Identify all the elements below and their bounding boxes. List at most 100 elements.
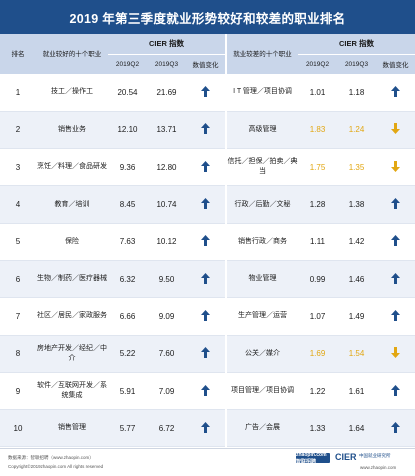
- arrow-up-icon: [391, 309, 401, 321]
- good-q3-cell: 21.69: [147, 74, 186, 112]
- table-row: 4 教育／培训 8.45 10.74 行政／后勤／文秘 1.28 1.38: [0, 185, 415, 224]
- bad-q2-header: 2019Q2: [298, 54, 338, 74]
- bad-q2-cell: 1.33: [298, 409, 338, 448]
- bad-change-cell: [376, 111, 415, 150]
- rank-cell: 8: [0, 335, 36, 373]
- good-q2-cell: 5.22: [108, 335, 147, 373]
- good-q2-cell: 7.63: [108, 223, 147, 261]
- bad-job-cell: 行政／后勤／文秘: [225, 185, 299, 224]
- good-q2-cell: 6.32: [108, 260, 147, 299]
- bad-q2-cell: 0.99: [298, 260, 338, 299]
- rank-cell: 6: [0, 260, 36, 299]
- good-job-cell: 销售管理: [36, 409, 108, 448]
- good-q3-cell: 10.74: [147, 185, 186, 224]
- good-q3-cell: 7.60: [147, 335, 186, 373]
- table-row: 2 销售业务 12.10 13.71 高级管理 1.83 1.24: [0, 111, 415, 150]
- arrow-up-icon: [391, 235, 401, 247]
- bad-q3-cell: 1.49: [337, 297, 377, 336]
- arrow-up-icon: [391, 384, 401, 396]
- bad-q3-cell: 1.61: [337, 372, 377, 411]
- arrow-up-icon: [201, 198, 210, 210]
- arrow-up-icon: [201, 85, 210, 97]
- good-q2-cell: 8.45: [108, 185, 147, 224]
- bad-q3-cell: 1.38: [337, 185, 377, 224]
- arrow-down-icon: [391, 347, 401, 359]
- good-job-cell: 技工／操作工: [36, 74, 108, 112]
- table-row: 10 销售管理 5.77 6.72 广告／会展 1.33 1.64: [0, 409, 415, 448]
- rank-cell: 4: [0, 185, 36, 224]
- arrow-up-icon: [391, 198, 401, 210]
- good-job-cell: 销售业务: [36, 111, 108, 150]
- bad-q3-cell: 1.24: [337, 111, 377, 150]
- good-job-cell: 保险: [36, 223, 108, 261]
- good-job-cell: 房地产开发／经纪／中介: [36, 335, 108, 373]
- rank-cell: 9: [0, 372, 36, 411]
- table-row: 8 房地产开发／经纪／中介 5.22 7.60 公关／媒介 1.69 1.54: [0, 335, 415, 373]
- table-row: 5 保险 7.63 10.12 销售行政／商务 1.11 1.42: [0, 223, 415, 261]
- bad-q2-cell: 1.28: [298, 185, 338, 224]
- bad-change-cell: [376, 297, 415, 336]
- arrow-up-icon: [201, 235, 210, 247]
- good-change-header: 数值变化: [186, 54, 227, 74]
- good-change-cell: [186, 148, 227, 187]
- good-job-cell: 社区／居民／家政服务: [36, 297, 108, 336]
- rank-cell: 10: [0, 409, 36, 448]
- arrow-up-icon: [391, 421, 401, 433]
- good-q2-cell: 6.66: [108, 297, 147, 336]
- good-q3-cell: 9.09: [147, 297, 186, 336]
- cier-logo: CIER: [335, 452, 357, 462]
- table-row: 6 生物／制药／医疗器械 6.32 9.50 物业管理 0.99 1.46: [0, 260, 415, 299]
- rank-cell: 1: [0, 74, 36, 112]
- good-cier-header: CIER 指数: [108, 34, 227, 55]
- bad-cier-header: CIER 指数: [298, 34, 415, 55]
- rank-cell: 5: [0, 223, 36, 261]
- good-q2-cell: 5.77: [108, 409, 147, 448]
- table-row: 1 技工／操作工 20.54 21.69 I T 管理／项目协调 1.01 1.18: [0, 74, 415, 112]
- bad-q3-cell: 1.35: [337, 148, 377, 187]
- good-job-cell: 软件／互联网开发／系统集成: [36, 372, 108, 411]
- copyright: Copyright©2019zhaopin.com All rights res…: [8, 464, 104, 469]
- bad-q2-cell: 1.07: [298, 297, 338, 336]
- good-q2-cell: 5.91: [108, 372, 147, 411]
- good-job-cell: 教育／培训: [36, 185, 108, 224]
- arrow-up-icon: [201, 421, 210, 433]
- good-q3-cell: 12.80: [147, 148, 186, 187]
- arrow-up-icon: [201, 160, 210, 172]
- good-change-cell: [186, 335, 227, 373]
- bad-change-cell: [376, 223, 415, 261]
- good-change-cell: [186, 372, 227, 411]
- table-row: 3 烹饪／料理／食品研发 9.36 12.80 信托／担保／拍卖／典当 1.75 1.35: [0, 148, 415, 187]
- footer: 数据来源：智联招聘（www.zhaopin.com） Copyright©201…: [0, 448, 415, 476]
- bad-change-cell: [376, 372, 415, 411]
- bad-change-cell: [376, 335, 415, 373]
- bad-q3-cell: 1.42: [337, 223, 377, 261]
- good-q3-cell: 13.71: [147, 111, 186, 150]
- good-q3-cell: 10.12: [147, 223, 186, 261]
- bad-change-header: 数值变化: [376, 54, 415, 74]
- bad-job-cell: 销售行政／商务: [225, 223, 299, 261]
- bad-job-cell: 物业管理: [225, 260, 299, 299]
- bad-change-cell: [376, 409, 415, 448]
- arrow-down-icon: [391, 160, 401, 172]
- bad-change-cell: [376, 148, 415, 187]
- bad-job-cell: 项目管理／项目协调: [225, 372, 299, 411]
- good-job-header: 就业较好的十个职业: [36, 34, 108, 74]
- rank-header: 排名: [0, 34, 36, 74]
- data-source: 数据来源：智联招聘（www.zhaopin.com）: [8, 455, 94, 460]
- bad-q3-header: 2019Q3: [337, 54, 377, 74]
- good-change-cell: [186, 260, 227, 299]
- bad-job-cell: 公关／媒介: [225, 335, 299, 373]
- bad-q3-cell: 1.46: [337, 260, 377, 299]
- good-q2-cell: 12.10: [108, 111, 147, 150]
- arrow-up-icon: [391, 85, 401, 97]
- bad-job-header: 就业较差的十个职业: [225, 34, 299, 74]
- good-q3-cell: 6.72: [147, 409, 186, 448]
- arrow-up-icon: [201, 347, 210, 359]
- bad-job-cell: 生产管理／运营: [225, 297, 299, 336]
- good-job-cell: 烹饪／料理／食品研发: [36, 148, 108, 187]
- bad-job-cell: 信托／担保／拍卖／典当: [225, 148, 299, 187]
- good-q2-cell: 20.54: [108, 74, 147, 112]
- bad-job-cell: 高级管理: [225, 111, 299, 150]
- good-q3-header: 2019Q3: [147, 54, 186, 74]
- bad-q2-cell: 1.11: [298, 223, 338, 261]
